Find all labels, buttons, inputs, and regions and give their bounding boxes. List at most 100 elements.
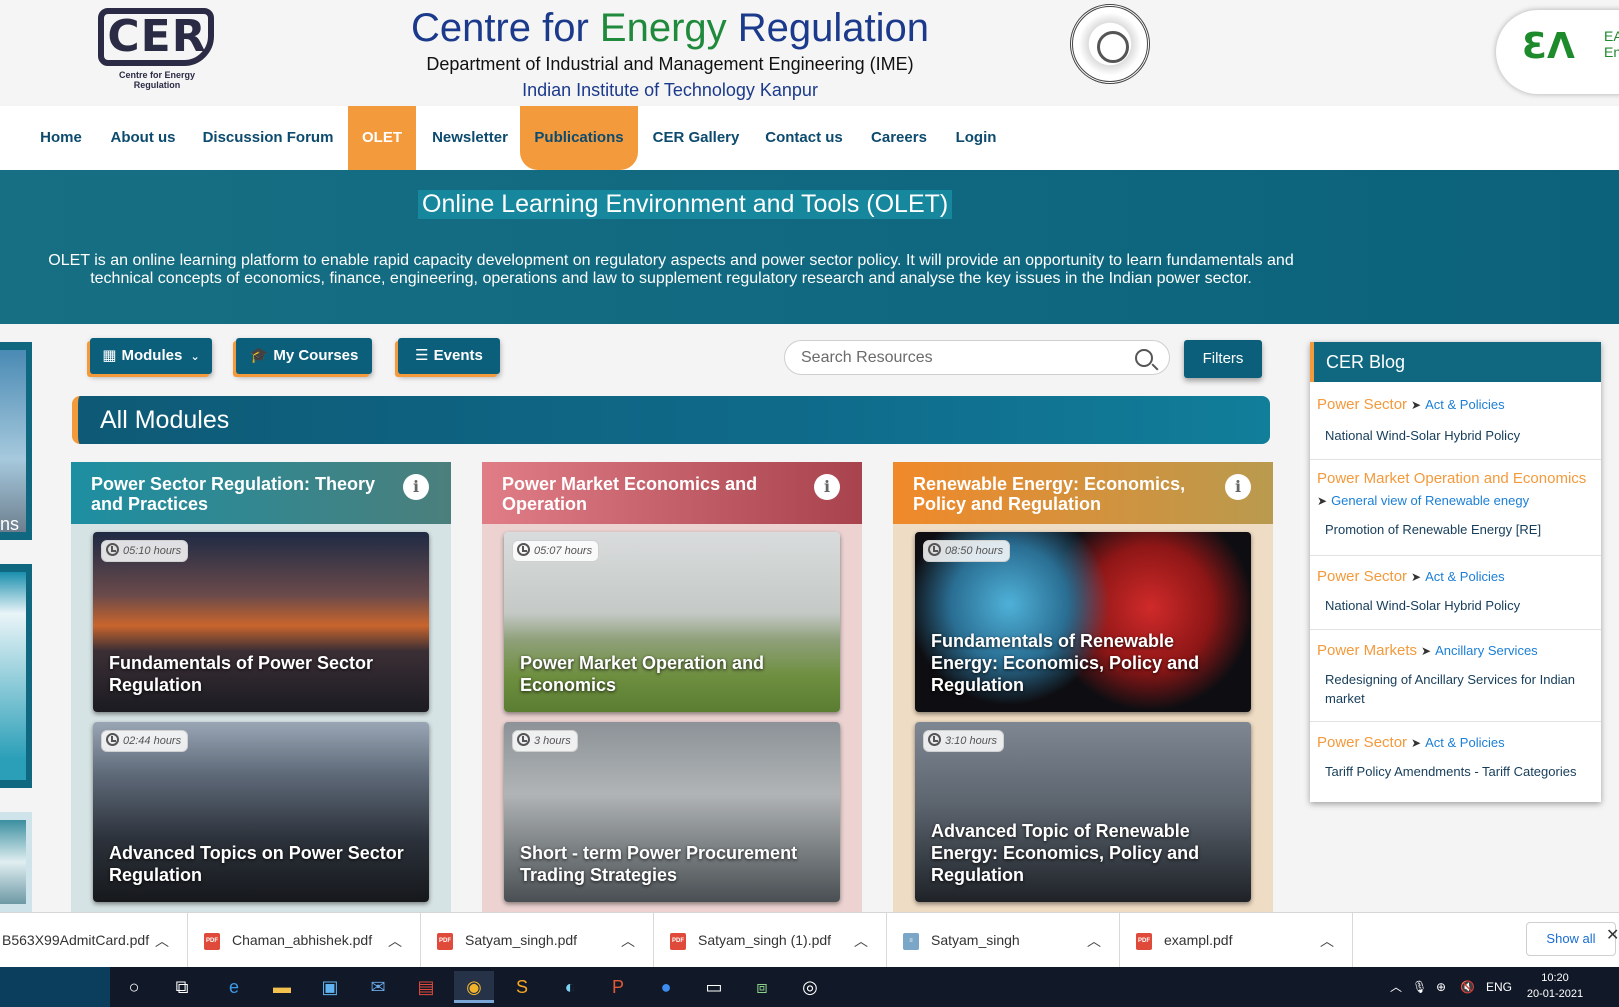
powerpoint-icon[interactable]: P (598, 971, 638, 1003)
taskbar-clock[interactable]: 10:20 20-01-2021 (1520, 970, 1590, 1002)
download-item[interactable]: ≡ Satyam_singh ︿ (887, 913, 1120, 968)
cer-logo[interactable]: CER Centre for Energy Regulation (96, 6, 218, 90)
blog-post-title[interactable]: National Wind-Solar Hybrid Policy (1325, 596, 1587, 615)
blog-item[interactable]: Power Market Operation and Economics ➤ Ge… (1310, 460, 1601, 556)
pdf-reader-icon[interactable]: ▤ (406, 971, 446, 1003)
nav-discussion-forum[interactable]: Discussion Forum (192, 106, 344, 170)
store-icon[interactable]: ▣ (310, 971, 350, 1003)
zoom-icon[interactable]: ● (646, 971, 686, 1003)
search-input[interactable] (801, 347, 1121, 369)
edge-chromium-icon[interactable]: ◐ (550, 971, 590, 1003)
nav-login[interactable]: Login (946, 106, 1006, 170)
anaconda-icon[interactable]: ◎ (790, 971, 830, 1003)
events-button[interactable]: ☰ Events (398, 338, 500, 374)
arrow-right-icon: ➤ (1317, 494, 1328, 508)
chevron-up-icon[interactable]: ︿ (621, 931, 635, 951)
file-explorer-icon[interactable]: ▬ (262, 971, 302, 1003)
app-icon[interactable]: ⧈ (742, 971, 782, 1003)
download-item[interactable]: PDF Chaman_abhishek.pdf ︿ (188, 913, 421, 968)
blog-post-title[interactable]: National Wind-Solar Hybrid Policy (1325, 426, 1587, 445)
blog-item[interactable]: Power Sector ➤ Act & Policies Tariff Polic… (1310, 722, 1601, 802)
course-card[interactable]: 05:10 hours Fundamentals of Power Sector… (93, 532, 429, 712)
blog-subcategory[interactable]: Act & Policies (1425, 735, 1504, 750)
course-card[interactable]: 3 hours Short - term Power Procurement T… (504, 722, 840, 902)
blog-post-title[interactable]: Redesigning of Ancillary Services for In… (1325, 670, 1587, 708)
blog-subcategory[interactable]: Act & Policies (1425, 397, 1504, 412)
chevron-up-icon[interactable]: ︿ (1087, 931, 1101, 951)
module-header-2[interactable]: Power Market Economics and Operation i (482, 462, 862, 524)
language-indicator[interactable]: ENG (1486, 967, 1512, 1007)
download-item[interactable]: PDF Satyam_singh.pdf ︿ (421, 913, 654, 968)
nav-contact[interactable]: Contact us (756, 106, 852, 170)
chevron-up-icon[interactable]: ︿ (854, 931, 868, 951)
microphone-icon[interactable]: 🎙 (1412, 967, 1427, 1007)
sublime-icon[interactable]: S (502, 971, 542, 1003)
course-card[interactable]: 3:10 hours Advanced Topic of Renewable E… (915, 722, 1251, 902)
side-image (0, 350, 26, 532)
download-filename: Chaman_abhishek.pdf (232, 932, 373, 948)
duration-badge: 05:10 hours (101, 540, 189, 562)
blog-item[interactable]: Power Sector ➤ Act & Policies National Win… (1310, 382, 1601, 460)
search-box (784, 340, 1170, 375)
blog-category-label: Power Markets (1317, 642, 1418, 659)
duration-text: 05:10 hours (123, 545, 182, 557)
blog-subcategory[interactable]: Act & Policies (1425, 569, 1504, 584)
search-circle-icon[interactable]: ○ (114, 971, 154, 1003)
pdf-file-icon: PDF (437, 933, 453, 950)
nav-olet[interactable]: OLET (348, 106, 416, 170)
terminal-icon[interactable]: ▭ (694, 971, 734, 1003)
course-card[interactable]: 05:07 hours Power Market Operation and E… (504, 532, 840, 712)
nav-newsletter[interactable]: Newsletter (420, 106, 520, 170)
download-item[interactable]: PDF exampl.pdf ︿ (1120, 913, 1353, 968)
show-all-downloads-button[interactable]: Show all (1526, 922, 1616, 956)
download-item[interactable]: PDF Satyam_singh (1).pdf ︿ (654, 913, 887, 968)
course-card[interactable]: 02:44 hours Advanced Topics on Power Sec… (93, 722, 429, 902)
module-title-1: Power Sector Regulation: Theory and Prac… (91, 474, 376, 514)
module-header-1[interactable]: Power Sector Regulation: Theory and Prac… (71, 462, 451, 524)
blog-post-title[interactable]: Promotion of Renewable Energy [RE] (1325, 520, 1587, 539)
duration-badge: 05:07 hours (512, 540, 600, 562)
info-icon[interactable]: i (1225, 474, 1251, 500)
chevron-up-icon[interactable]: ︿ (155, 931, 169, 951)
left-side-panel-2[interactable] (0, 564, 32, 788)
info-icon[interactable]: i (814, 474, 840, 500)
download-filename: exampl.pdf (1164, 932, 1233, 948)
nav-cer-gallery[interactable]: CER Gallery (644, 106, 748, 170)
filters-button[interactable]: Filters (1184, 340, 1262, 378)
blog-item[interactable]: Power Markets ➤ Ancillary Services Redesig… (1310, 630, 1601, 722)
modules-label: Modules (121, 347, 183, 364)
blog-item[interactable]: Power Sector ➤ Act & Policies National Win… (1310, 556, 1601, 630)
nav-careers[interactable]: Careers (860, 106, 938, 170)
search-icon[interactable] (1135, 349, 1153, 367)
energy-analytics-lab-logo[interactable]: ƐΛ EA En (1496, 10, 1619, 94)
clock-icon (106, 543, 119, 556)
windows-taskbar: ○ ⧉ e ▬ ▣ ✉ ▤ ◉ S ◐ P ● ▭ ⧈ ◎ ︿ 🎙 ⊕ 🔇 EN… (0, 967, 1619, 1007)
left-side-panel[interactable]: ns (0, 342, 32, 540)
module-header-3[interactable]: Renewable Energy: Economics, Policy and … (893, 462, 1273, 524)
chevron-up-icon[interactable]: ︿ (1320, 931, 1334, 951)
site-title: Centre for Energy Regulation (380, 4, 960, 52)
blog-post-title[interactable]: Tariff Policy Amendments - Tariff Catego… (1325, 762, 1587, 781)
network-icon[interactable]: ⊕ (1436, 967, 1446, 1007)
nav-publications[interactable]: Publications (520, 106, 638, 170)
modules-dropdown-button[interactable]: ▦ Modules ⌄ (90, 338, 212, 374)
blog-subcategory[interactable]: Ancillary Services (1435, 643, 1538, 658)
edge-browser-icon[interactable]: e (214, 971, 254, 1003)
nav-about[interactable]: About us (100, 106, 186, 170)
mail-icon[interactable]: ✉ (358, 971, 398, 1003)
download-item[interactable]: B563X99AdmitCard.pdf ︿ (0, 913, 188, 968)
task-view-icon[interactable]: ⧉ (162, 971, 202, 1003)
download-filename: B563X99AdmitCard.pdf (2, 932, 150, 948)
blog-subcategory[interactable]: General view of Renewable enegy (1331, 493, 1529, 508)
speaker-muted-icon[interactable]: 🔇 (1460, 967, 1475, 1007)
left-side-panel-3[interactable] (0, 812, 32, 912)
nav-home[interactable]: Home (26, 106, 96, 170)
chrome-icon[interactable]: ◉ (454, 971, 494, 1003)
info-icon[interactable]: i (403, 474, 429, 500)
my-courses-label: My Courses (273, 347, 359, 364)
course-card[interactable]: 08:50 hours Fundamentals of Renewable En… (915, 532, 1251, 712)
close-icon[interactable]: ✕ (1606, 925, 1619, 945)
chevron-up-tray-icon[interactable]: ︿ (1390, 967, 1402, 1007)
my-courses-button[interactable]: 🎓 My Courses (236, 338, 372, 374)
chevron-up-icon[interactable]: ︿ (388, 931, 402, 951)
